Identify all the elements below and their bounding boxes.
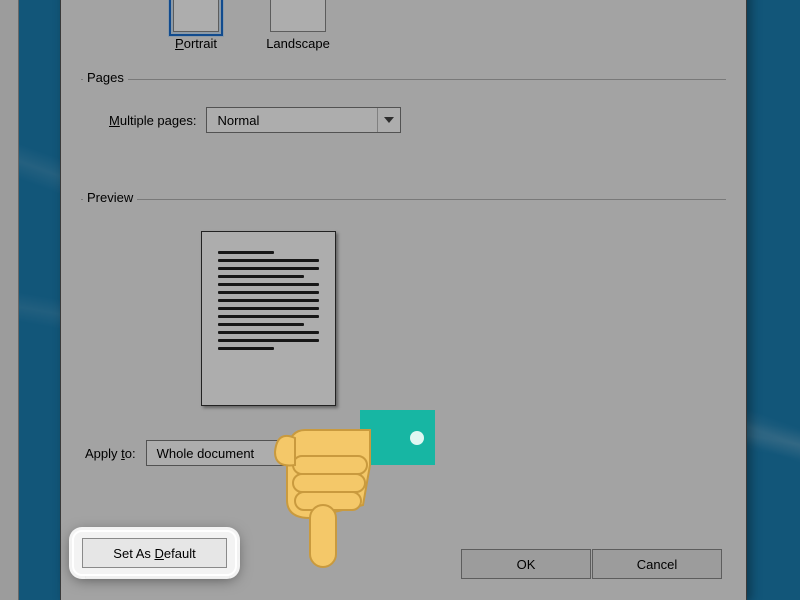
preview-text-line [218,291,319,294]
button-label: Set As Default [113,546,195,561]
button-label: Cancel [637,557,677,572]
orientation-landscape-label: Landscape [263,36,333,51]
apply-to-value: Whole document [147,446,287,461]
multiple-pages-dropdown[interactable]: Normal [206,107,401,133]
preview-text-line [218,267,319,270]
multiple-pages-field: Multiple pages: Normal [109,107,401,133]
pages-group-title: Pages [83,70,128,85]
preview-text-line [218,251,274,254]
page-setup-dialog: Portrait Landscape Pages Multiple pages:… [60,0,747,600]
multiple-pages-dropdown-button[interactable] [377,108,400,132]
preview-text-line [218,347,274,350]
dialog-content: Portrait Landscape Pages Multiple pages:… [81,0,726,600]
chevron-down-icon [294,450,304,456]
orientation-portrait-option[interactable]: Portrait [161,0,231,51]
ok-button[interactable]: OK [461,549,591,579]
preview-text-line [218,299,319,302]
group-divider [81,79,726,80]
preview-text-line [218,307,319,310]
apply-to-dropdown[interactable]: Whole document [146,440,311,466]
apply-to-field: Apply to: Whole document [85,440,311,466]
desktop-background: Portrait Landscape Pages Multiple pages:… [0,0,800,600]
preview-text-line [218,339,319,342]
tutorial-highlight: Set As Default [72,530,237,576]
apply-to-label: Apply to: [85,446,136,461]
preview-text-line [218,275,304,278]
chevron-down-icon [384,117,394,123]
apply-to-dropdown-button[interactable] [287,441,310,465]
multiple-pages-value: Normal [207,113,377,128]
preview-text-line [218,331,319,334]
landscape-page-icon [270,0,326,32]
portrait-page-icon [173,0,219,32]
group-divider [81,199,726,200]
set-as-default-button[interactable]: Set As Default [82,538,227,568]
cancel-button[interactable]: Cancel [592,549,722,579]
preview-text-line [218,283,319,286]
orientation-portrait-label: Portrait [161,36,231,51]
background-window-sliver [0,0,19,600]
orientation-row: Portrait Landscape [161,0,333,51]
preview-text-line [218,323,304,326]
preview-text-line [218,315,319,318]
preview-group-title: Preview [83,190,137,205]
preview-text-line [218,259,319,262]
button-label: OK [517,557,536,572]
orientation-landscape-option[interactable]: Landscape [263,0,333,51]
preview-group: Preview [81,199,726,449]
multiple-pages-label: Multiple pages: [109,113,196,128]
page-preview-thumbnail [201,231,336,406]
